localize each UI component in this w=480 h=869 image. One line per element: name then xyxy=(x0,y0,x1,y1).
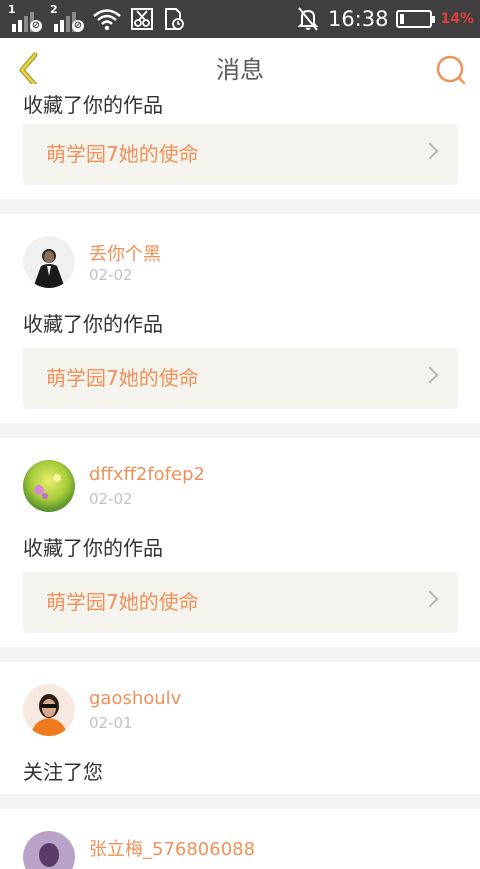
action-text: 关注了您 xyxy=(23,760,103,784)
sim1-signal-icon: 1 ⊘ xyxy=(8,3,42,32)
work-link[interactable]: 萌学园7她的使命 xyxy=(23,124,458,185)
message-date: 02-02 xyxy=(89,266,133,284)
action-text: 收藏了你的作品 xyxy=(23,312,163,336)
status-time: 16:38 xyxy=(327,7,389,31)
search-icon xyxy=(436,55,466,85)
bell-muted-icon xyxy=(297,7,319,31)
action-text: 收藏了你的作品 xyxy=(23,93,163,117)
message-date: 02-01 xyxy=(89,714,133,732)
battery-icon xyxy=(396,10,436,28)
list-item: 丢你个黑 02-02 收藏了你的作品 萌学园7她的使命 xyxy=(0,214,480,423)
username[interactable]: gaoshoulv xyxy=(89,688,181,709)
username[interactable]: 丢你个黑 xyxy=(89,240,161,266)
list-item: 张立梅_576806088 xyxy=(0,809,480,869)
chevron-right-icon xyxy=(421,142,439,160)
storage-clock-icon xyxy=(165,8,184,30)
work-title: 萌学园7她的使命 xyxy=(46,142,199,166)
work-link[interactable]: 萌学园7她的使命 xyxy=(23,572,458,633)
work-title: 萌学园7她的使命 xyxy=(46,366,199,390)
work-title: 萌学园7她的使命 xyxy=(46,590,199,614)
action-text: 收藏了你的作品 xyxy=(23,536,163,560)
list-item: 收藏了你的作品 萌学园7她的使命 xyxy=(0,84,480,199)
list-item: gaoshoulv 02-01 关注了您 xyxy=(0,662,480,794)
username[interactable]: 张立梅_576806088 xyxy=(89,835,255,861)
screenshot-scissors-icon xyxy=(131,8,153,30)
search-button[interactable] xyxy=(434,53,468,87)
status-bar: 1 ⊘ 2 ⊘ 16:38 14% xyxy=(0,0,480,38)
chevron-right-icon xyxy=(421,590,439,608)
message-date: 02-02 xyxy=(89,490,133,508)
sim2-signal-icon: 2 ⊘ xyxy=(50,3,84,32)
battery-percent: 14% xyxy=(440,11,474,27)
avatar[interactable] xyxy=(23,460,75,512)
username[interactable]: dffxff2fofep2 xyxy=(89,464,205,485)
wifi-icon xyxy=(93,9,121,31)
avatar[interactable] xyxy=(23,831,75,869)
avatar[interactable] xyxy=(23,684,75,736)
work-link[interactable]: 萌学园7她的使命 xyxy=(23,348,458,409)
chevron-right-icon xyxy=(421,366,439,384)
avatar[interactable] xyxy=(23,236,75,288)
list-item: dffxff2fofep2 02-02 收藏了你的作品 萌学园7她的使命 xyxy=(0,438,480,647)
